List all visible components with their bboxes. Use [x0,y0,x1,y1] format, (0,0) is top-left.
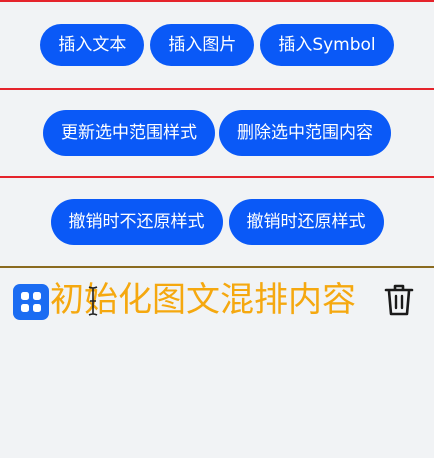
undo-without-restore-style-button[interactable]: 撤销时不还原样式 [50,199,223,245]
toolbar-row-undo: 撤销时不还原样式 撤销时还原样式 [0,178,434,268]
insert-text-button[interactable]: 插入文本 [40,24,145,66]
app-grid-icon [13,284,49,320]
update-range-style-button[interactable]: 更新选中范围样式 [43,110,215,156]
insert-image-button[interactable]: 插入图片 [150,24,255,66]
trash-icon[interactable] [383,282,415,318]
rich-editor[interactable]: 初始化图文混排内容 [0,270,434,330]
undo-with-restore-style-button[interactable]: 撤销时还原样式 [228,199,384,245]
delete-range-content-button[interactable]: 删除选中范围内容 [219,110,391,156]
toolbar-row-selection: 更新选中范围样式 删除选中范围内容 [0,90,434,178]
toolbar-row-insert: 插入文本 插入图片 插入Symbol [0,0,434,90]
text-cursor-icon [88,286,98,316]
insert-symbol-button[interactable]: 插入Symbol [260,24,394,66]
